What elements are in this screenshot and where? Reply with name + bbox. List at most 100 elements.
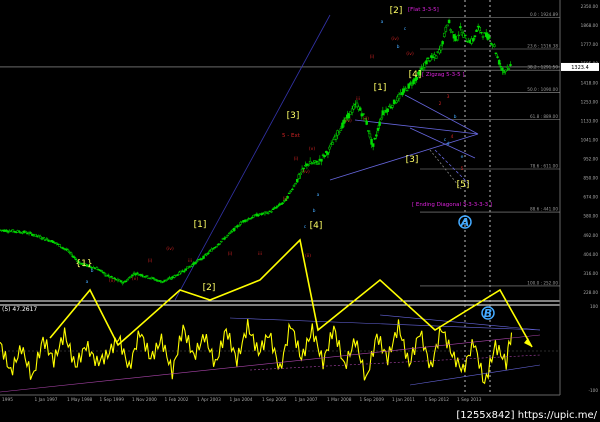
candle-body [404,87,407,90]
wave-label-minor: (iv) [391,36,399,42]
candle-body [131,274,134,277]
candle-body [444,26,448,32]
candle-body [459,26,462,29]
candle-body [362,113,365,115]
candle-body [394,102,398,104]
candle-body [260,213,263,216]
candle-body [274,206,278,209]
candle-body [249,218,252,220]
candle-body [410,84,414,86]
wave-label-minor: iii [356,96,360,102]
wave-label-minor: (i) [148,258,153,264]
y-tick-label: 2350.00 [581,4,599,9]
candle-body [376,127,380,131]
x-tick-label: 1 Jan 2004 [230,397,253,403]
x-tick-label: 1 Jan 2007 [295,397,318,403]
candle-body [165,279,168,281]
current-price-label: 1323.4 [571,65,589,71]
candle-body [493,44,496,47]
candle-body [121,282,125,284]
y-tick-label: 1868.00 [581,23,599,28]
wave-label-major: [2] [390,6,403,16]
candle-body [497,60,501,65]
candle-body [507,68,511,70]
candle-body [499,66,503,68]
candle-body [442,32,446,37]
candle-body [402,88,406,93]
candle-body [320,158,323,162]
price-chart[interactable]: 0.0 : 1924.8923.6 : 1516.3838.2 : 1291.5… [0,0,600,422]
candle-body [299,173,302,175]
fib-label: 23.6 : 1516.38 [527,43,558,48]
candle-body [441,41,444,45]
candle-body [481,36,485,38]
fib-label: 0.0 : 1924.89 [530,12,558,17]
candle-body [489,43,493,45]
y-tick-label: 674.00 [583,195,598,200]
y-tick-label: 850.00 [583,176,598,181]
candle-body [100,270,104,272]
candle-body [73,256,76,258]
wave-label-minor: (i) [228,251,233,257]
candle-body [358,107,362,111]
candle-body [328,146,331,150]
fib-label: 100.0 : 252.00 [527,280,558,285]
chart-background [0,0,600,422]
candle-body [505,66,509,68]
candle-body [194,261,197,265]
candle-body [211,248,215,250]
wave-label-minor: (iv) [166,246,174,252]
candle-body [339,128,343,131]
wave-label-major: [1] [374,83,387,93]
osc-tick-label: 100 [590,304,598,309]
candle-body [161,281,165,283]
svg-text:B: B [484,307,492,320]
candle-body [226,234,230,237]
wave-label-sub: b [313,208,316,214]
candle-body [504,69,507,72]
wave-label-pattern: 5 - Ext [282,133,301,139]
candle-body [434,55,438,59]
x-tick-label: 1 Mar 2008 [327,397,352,403]
wave-label-sub: a [381,20,384,25]
candle-body [271,208,275,211]
wave-label-minor: (ii) [109,278,115,284]
wave-label-minor: 3 [447,94,450,100]
candle-body [69,252,73,255]
wave-label-sub: a [86,280,89,285]
candle-body [220,240,223,243]
candle-body [5,229,8,232]
candle-body [323,155,326,158]
fib-label: 50.0 : 1090.00 [527,87,558,92]
candle-body [190,264,194,267]
candle-body [368,133,372,138]
candle-body [66,249,70,252]
x-tick-label: 1 Sep 2005 [262,397,287,403]
candle-body [95,267,99,270]
candle-body [400,92,404,96]
x-tick-label: 1 Nov 2000 [132,397,157,403]
candle-body [166,278,170,280]
wave-label-minor: iii [258,251,262,257]
candle-body [295,178,299,183]
watermark: [1255x842] https://upic.me/ [456,410,597,421]
wave-label-major: [2] [203,283,216,293]
candle-body [266,212,270,215]
candle-body [476,25,480,28]
candle-body [202,255,205,259]
candle-body [195,260,199,262]
y-tick-label: 1777.00 [581,42,599,47]
wave-target-b[interactable]: B [481,306,495,320]
fib-label: 88.6 : 441.00 [530,207,558,212]
candle-body [124,280,128,283]
fib-label: 61.8 : 889.00 [530,114,558,119]
x-tick-label: 1995 [2,397,13,403]
candle-body [276,205,280,207]
candle-body [29,232,32,234]
candle-body [257,214,260,217]
wave-target-a[interactable]: A [458,215,472,229]
osc-tick-label: -100 [588,388,598,393]
wave-label-minor: (i) [283,196,288,202]
candle-body [371,143,375,147]
candle-body [472,38,475,42]
